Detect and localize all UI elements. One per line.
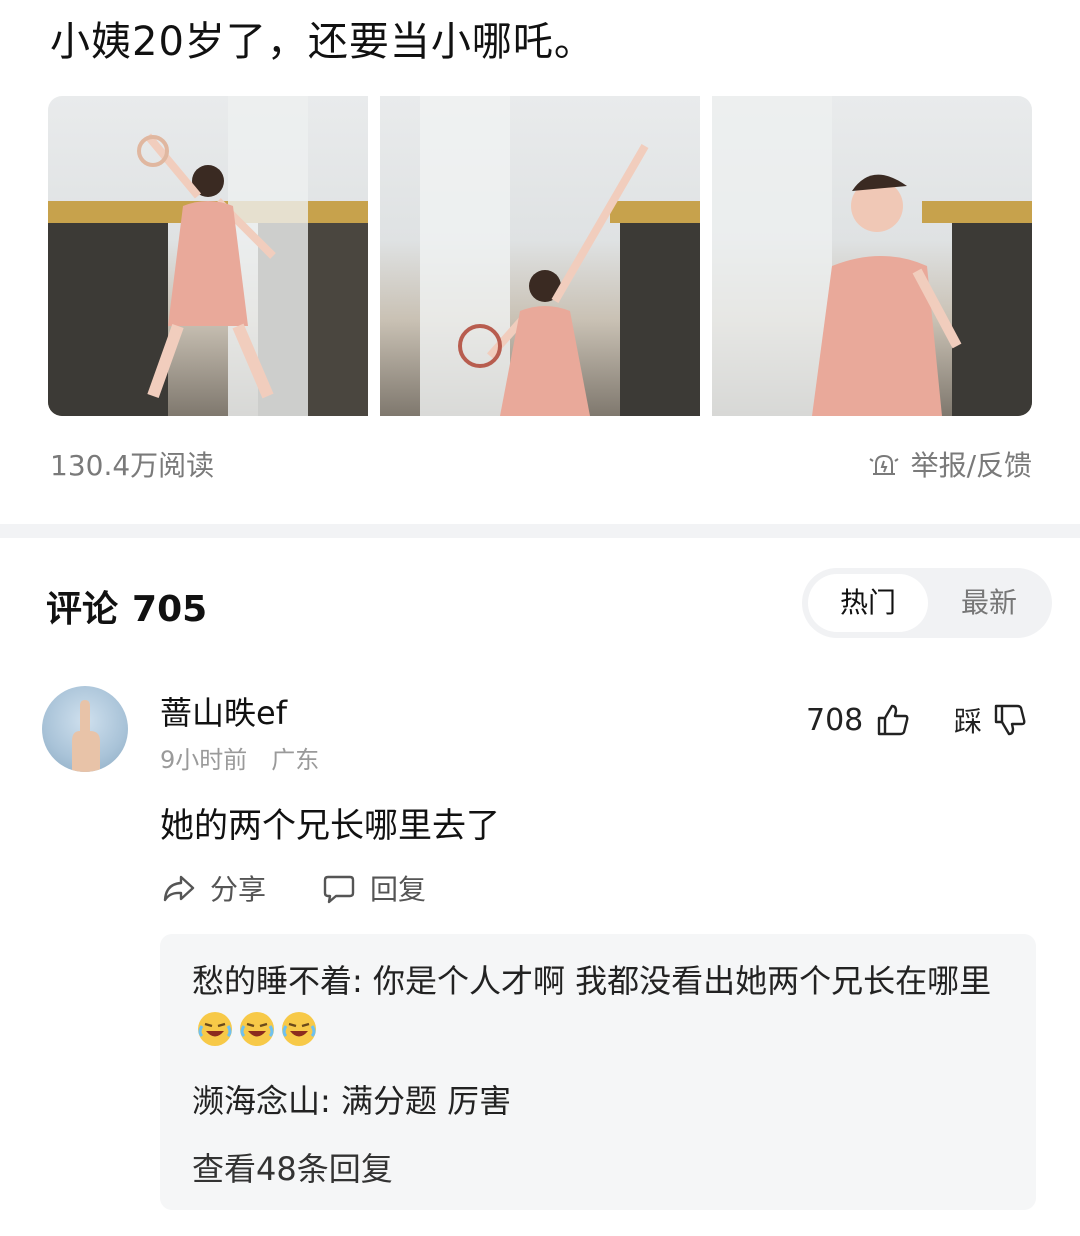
dislike-label: 踩 <box>954 705 983 738</box>
post-title: 小姨20岁了，还要当小哪吒。 <box>50 19 595 65</box>
section-divider <box>0 524 1080 538</box>
comment-text: 她的两个兄长哪里去了 <box>160 806 500 846</box>
reply-text: 满分题 厉害 <box>340 1082 512 1120</box>
post-photo-1[interactable] <box>48 96 368 416</box>
comments-title: 评论 <box>46 589 119 630</box>
reply-text: 你是个人才啊 我都没看出她两个兄长在哪里 <box>372 962 992 1000</box>
thumbs-up-icon <box>878 704 909 736</box>
comment-meta: 9小时前 广东 <box>160 740 319 775</box>
sort-latest-tab[interactable]: 最新 <box>932 574 1046 632</box>
comment-username[interactable]: 蔷山昳ef <box>160 688 287 734</box>
like-count: 708 <box>806 702 864 738</box>
share-icon <box>163 875 195 902</box>
alert-bell-icon <box>869 454 899 475</box>
comment-time: 9小时前 <box>160 746 248 774</box>
reply-author[interactable]: 濒海念山 <box>192 1082 320 1120</box>
thumbs-down-icon <box>994 704 1026 736</box>
photo-grid <box>48 96 1032 416</box>
share-button[interactable]: 分享 <box>160 868 266 908</box>
like-button[interactable]: 708 <box>806 700 913 740</box>
post-photo-2[interactable] <box>380 96 700 416</box>
view-more-replies-link[interactable]: 查看48条回复 <box>192 1144 393 1190</box>
reply-label: 回复 <box>370 873 427 906</box>
chat-bubble-icon <box>323 875 355 904</box>
read-count: 130.4万阅读 <box>50 449 215 482</box>
reply-button[interactable]: 回复 <box>320 868 426 908</box>
comment-actions: 分享 回复 <box>160 868 426 908</box>
comment-location: 广东 <box>271 746 320 774</box>
reply-item[interactable]: 濒海念山: 满分题 厉害 <box>192 1076 1012 1126</box>
comments-header: 评论 705 <box>46 580 207 632</box>
sort-hot-tab[interactable]: 热门 <box>808 574 928 632</box>
laugh-cry-emoji-icon <box>240 1012 274 1046</box>
reply-item[interactable]: 愁的睡不着: 你是个人才啊 我都没看出她两个兄长在哪里 <box>192 956 1012 1056</box>
post-photo-3[interactable] <box>712 96 1032 416</box>
comment-sort-toggle: 热门 最新 <box>802 568 1052 638</box>
avatar[interactable] <box>42 686 128 772</box>
share-label: 分享 <box>210 873 267 906</box>
dislike-button[interactable]: 踩 <box>954 700 1030 740</box>
laugh-cry-emoji-icon <box>198 1012 232 1046</box>
reply-preview-box: 愁的睡不着: 你是个人才啊 我都没看出她两个兄长在哪里 濒海念山: 满分题 厉害… <box>160 934 1036 1210</box>
reply-author[interactable]: 愁的睡不着 <box>192 962 352 1000</box>
laugh-cry-emoji-icon <box>282 1012 316 1046</box>
report-feedback-button[interactable]: 举报/反馈 <box>867 444 1032 484</box>
comments-count: 705 <box>132 589 208 630</box>
report-label: 举报/反馈 <box>910 449 1032 482</box>
